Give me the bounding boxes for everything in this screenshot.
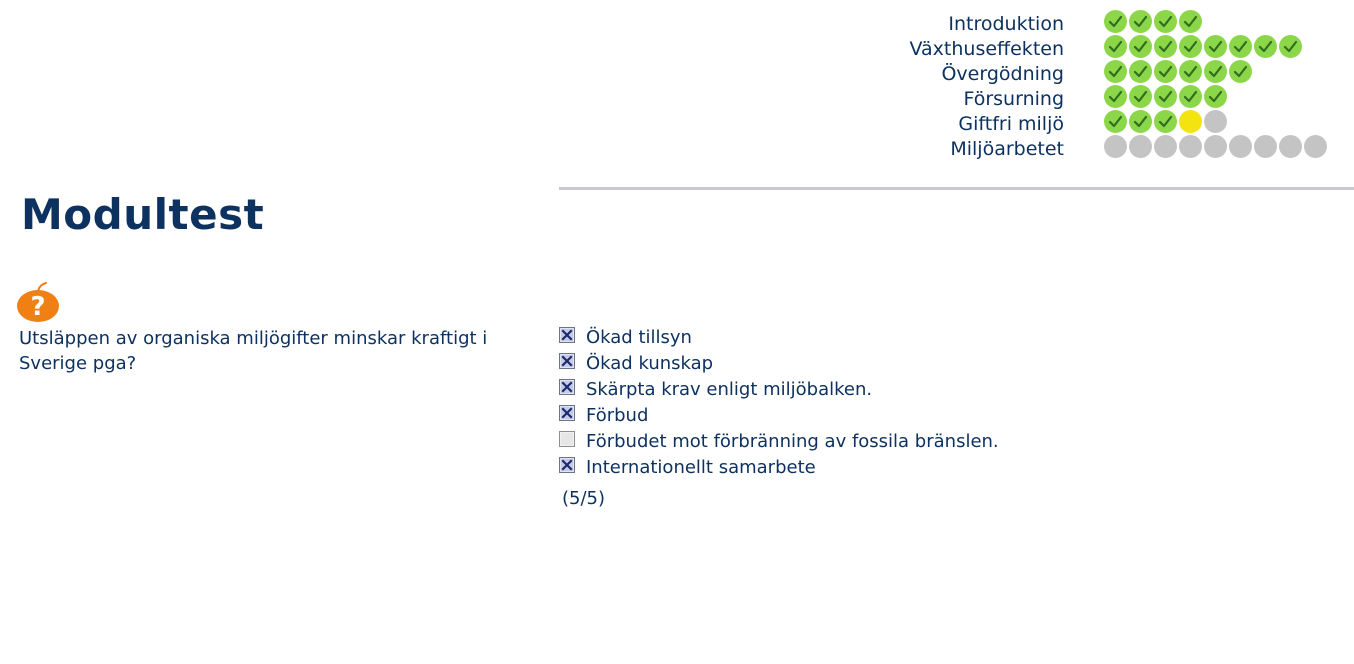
completed-step-check-icon — [1104, 35, 1127, 58]
pending-step-dot — [1179, 135, 1202, 158]
completed-step-check-icon — [1129, 85, 1152, 108]
progress-row: Växthuseffekten — [820, 33, 1340, 60]
current-step-dot — [1179, 110, 1202, 133]
divider — [559, 187, 1354, 190]
completed-step-check-icon — [1104, 10, 1127, 33]
completed-step-check-icon — [1104, 110, 1127, 133]
pending-step-dot — [1229, 135, 1252, 158]
progress-row: Miljöarbetet — [820, 133, 1340, 160]
completed-step-check-icon — [1154, 60, 1177, 83]
completed-step-check-icon — [1179, 60, 1202, 83]
answer-option[interactable]: Förbudet mot förbränning av fossila brän… — [559, 429, 1159, 455]
completed-step-check-icon — [1129, 35, 1152, 58]
question-mark-fruit-icon: ? — [16, 282, 60, 324]
answer-option[interactable]: Skärpta krav enligt miljöbalken. — [559, 377, 1159, 403]
pending-step-dot — [1254, 135, 1277, 158]
completed-step-check-icon — [1129, 10, 1152, 33]
checkbox-checked[interactable] — [559, 327, 575, 343]
completed-step-check-icon — [1254, 35, 1277, 58]
checkbox-checked[interactable] — [559, 405, 575, 421]
completed-step-check-icon — [1179, 10, 1202, 33]
completed-step-check-icon — [1204, 35, 1227, 58]
checkbox-checked[interactable] — [559, 353, 575, 369]
checkbox-checked[interactable] — [559, 457, 575, 473]
pending-step-dot — [1104, 135, 1127, 158]
page-title: Modultest — [21, 190, 265, 239]
answer-option-label: Internationellt samarbete — [586, 457, 816, 478]
answer-option[interactable]: Internationellt samarbete — [559, 455, 1159, 481]
completed-step-check-icon — [1154, 110, 1177, 133]
pending-step-dot — [1204, 110, 1227, 133]
completed-step-check-icon — [1104, 85, 1127, 108]
progress-row: Introduktion — [820, 8, 1340, 35]
pending-step-dot — [1304, 135, 1327, 158]
answer-option-label: Förbud — [586, 405, 649, 426]
checkbox-unchecked[interactable] — [559, 431, 575, 447]
completed-step-check-icon — [1104, 60, 1127, 83]
answer-option-label: Ökad kunskap — [586, 353, 714, 374]
score-text: (5/5) — [562, 488, 606, 509]
completed-step-check-icon — [1154, 35, 1177, 58]
progress-module-label: Miljöarbetet — [950, 138, 1064, 160]
answer-option-label: Skärpta krav enligt miljöbalken. — [586, 379, 873, 400]
completed-step-check-icon — [1154, 85, 1177, 108]
answer-options: Ökad tillsyn Ökad kunskap Skärpta krav enl… — [559, 325, 1159, 481]
progress-row: Giftfri miljö — [820, 108, 1340, 135]
pending-step-dot — [1129, 135, 1152, 158]
answer-option[interactable]: Ökad tillsyn — [559, 325, 1159, 351]
completed-step-check-icon — [1154, 10, 1177, 33]
answer-option-label: Ökad tillsyn — [586, 327, 692, 348]
pending-step-dot — [1154, 135, 1177, 158]
module-progress-panel: Introduktion Växthuseffekten Övergödning Fö… — [820, 8, 1340, 160]
answer-option[interactable]: Förbud — [559, 403, 1159, 429]
answer-option-label: Förbudet mot förbränning av fossila brän… — [586, 431, 999, 452]
pending-step-dot — [1204, 135, 1227, 158]
progress-row: Övergödning — [820, 58, 1340, 85]
completed-step-check-icon — [1179, 35, 1202, 58]
checkbox-checked[interactable] — [559, 379, 575, 395]
answer-option[interactable]: Ökad kunskap — [559, 351, 1159, 377]
completed-step-check-icon — [1179, 85, 1202, 108]
completed-step-check-icon — [1279, 35, 1302, 58]
question-text: Utsläppen av organiska miljögifter minsk… — [19, 328, 488, 374]
progress-row: Försurning — [820, 83, 1340, 110]
svg-text:?: ? — [30, 292, 45, 322]
completed-step-check-icon — [1229, 35, 1252, 58]
completed-step-check-icon — [1129, 110, 1152, 133]
completed-step-check-icon — [1129, 60, 1152, 83]
completed-step-check-icon — [1204, 85, 1227, 108]
completed-step-check-icon — [1229, 60, 1252, 83]
completed-step-check-icon — [1204, 60, 1227, 83]
pending-step-dot — [1279, 135, 1302, 158]
